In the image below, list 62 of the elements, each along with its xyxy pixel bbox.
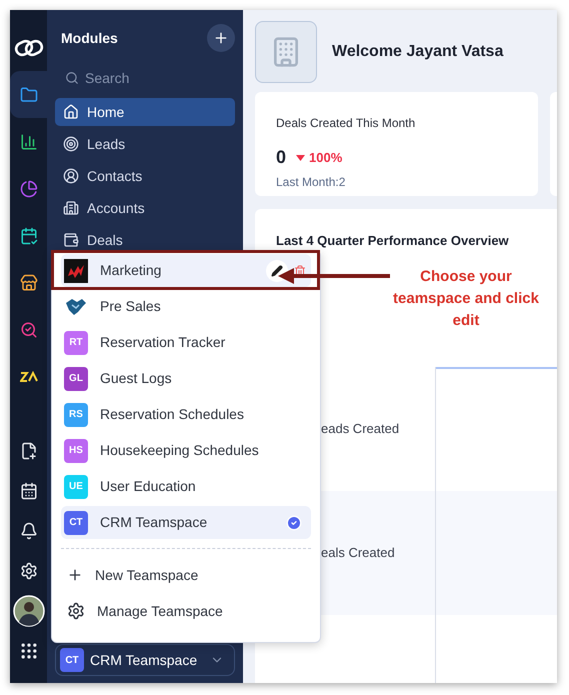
settings-icon [67, 602, 85, 620]
search-icon [65, 71, 79, 85]
teamspace-item[interactable]: GL Guest Logs [61, 362, 311, 395]
row-label: eals Created [321, 544, 395, 562]
wallet-icon [63, 232, 79, 248]
teamspace-switcher[interactable]: CT CRM Teamspace [55, 644, 235, 676]
menu-action[interactable]: New Teamspace [61, 557, 311, 593]
calendar-check-icon[interactable] [20, 226, 38, 244]
module-item[interactable]: Home [55, 98, 235, 126]
teamspace-item[interactable]: Marketing [61, 254, 311, 287]
menu-action[interactable]: Manage Teamspace [61, 593, 311, 629]
teamspace-item[interactable]: HS Housekeeping Schedules [61, 434, 311, 467]
calendar-icon[interactable] [20, 482, 38, 500]
initials-badge: HS [64, 438, 88, 462]
initials-badge: RS [64, 402, 88, 426]
kpi-value: 0 [276, 146, 286, 169]
search-icon[interactable] [20, 320, 38, 338]
plus-icon [67, 567, 83, 583]
annotation-text: Choose your teamspace and click edit [392, 267, 540, 331]
performance-title: Last 4 Quarter Performance Overview [275, 232, 510, 250]
sidebar-title: Modules [61, 28, 118, 48]
initials-badge: UE [64, 474, 88, 498]
search-field[interactable]: Search [85, 68, 225, 88]
contact-icon [63, 168, 79, 184]
kpi-change: 100% [309, 148, 342, 167]
teamspace-item[interactable]: CT CRM Teamspace [61, 506, 311, 539]
home-icon [63, 104, 79, 120]
teamspace-item[interactable]: UE User Education [61, 470, 311, 503]
add-button[interactable] [207, 24, 235, 52]
teamspace-item[interactable]: RS Reservation Schedules [61, 398, 311, 431]
initials-badge: RT [64, 330, 88, 354]
edit-button[interactable] [266, 260, 288, 282]
pencil-icon [271, 264, 283, 276]
down-triangle-icon [296, 154, 306, 160]
teamspace-item[interactable]: Pre Sales [61, 290, 311, 323]
module-item[interactable]: Accounts [55, 194, 235, 222]
target-icon [63, 136, 79, 152]
check-circle-icon [286, 514, 302, 530]
module-item[interactable]: Deals [55, 226, 235, 254]
pie-chart-icon[interactable] [20, 180, 38, 198]
row-label: eads Created [321, 420, 400, 438]
kpi-previous: Last Month:2 [276, 174, 346, 191]
module-item[interactable]: Leads [55, 130, 235, 158]
initials-badge: CT [64, 510, 88, 534]
zigzag-icon[interactable] [20, 370, 38, 382]
store-icon[interactable] [20, 274, 38, 292]
teamspace-item[interactable]: RT Reservation Tracker [61, 326, 311, 359]
note-plus-icon[interactable] [20, 442, 38, 460]
kpi-title: Deals Created This Month [276, 115, 416, 132]
plus-icon [213, 30, 229, 46]
apps-grid-icon[interactable] [18, 641, 38, 661]
bell-icon[interactable] [20, 522, 38, 540]
avatar-icon[interactable] [12, 595, 44, 627]
folder-icon[interactable] [20, 86, 38, 104]
settings-icon[interactable] [20, 562, 38, 580]
building-icon [63, 200, 79, 216]
welcome-title: Welcome Jayant Vatsa [332, 42, 504, 62]
bar-chart-icon[interactable] [20, 132, 38, 150]
zigzag-logo-icon [64, 258, 88, 282]
module-item[interactable]: Contacts [55, 162, 235, 190]
trash-icon[interactable] [294, 264, 306, 276]
initials-badge: GL [64, 366, 88, 390]
